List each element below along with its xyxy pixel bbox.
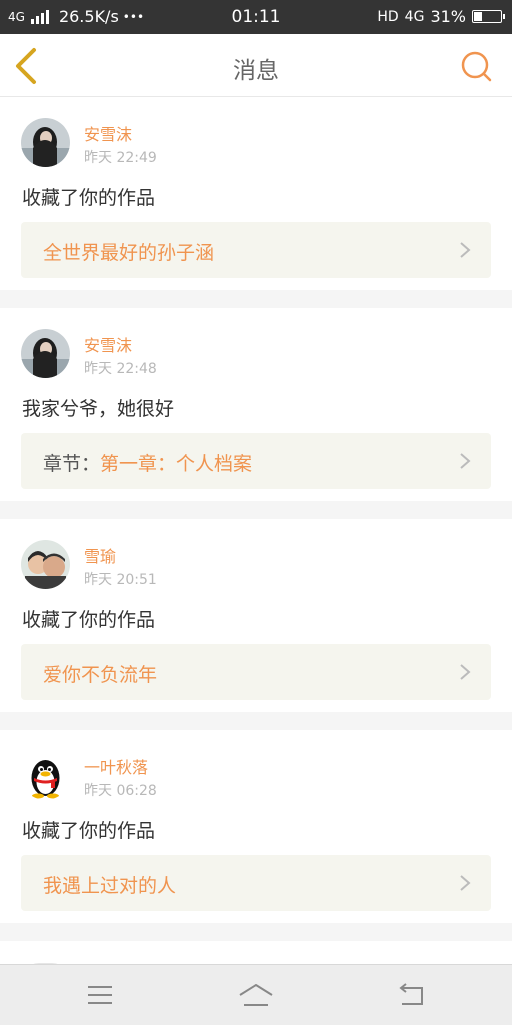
page-title: 消息 [233,58,279,84]
chevron-right-icon [460,453,471,469]
system-nav-bar [0,964,512,1025]
message-time: 昨天 06:28 [84,783,157,799]
chapter-link-text: 章节：第一章：个人档案 [43,449,252,476]
hd-label: HD [377,8,399,25]
work-title: 爱你不负流年 [43,664,158,686]
work-title: 全世界最好的孙子涵 [43,242,215,264]
chapter-title: 第一章：个人档案 [100,453,253,475]
message-time: 昨天 22:48 [84,361,157,377]
chevron-right-icon [460,242,471,258]
avatar[interactable] [21,751,70,800]
message-text: 收藏了你的作品 [22,609,156,631]
work-link-text: 全世界最好的孙子涵 [43,238,214,265]
message-card[interactable]: 雪瑜 昨天 20:51 收藏了你的作品 爱你不负流年 [0,519,512,712]
search-icon [461,51,492,82]
message-text: 我家兮爷，她很好 [22,398,175,420]
back-icon [399,983,423,1005]
avatar[interactable] [21,118,70,167]
header: 消息 [0,34,512,97]
user-name[interactable]: 安雪沫 [84,121,132,145]
avatar[interactable] [21,329,70,378]
message-text: 收藏了你的作品 [22,820,156,842]
message-time: 昨天 22:49 [84,150,157,166]
home-icon [239,984,273,1006]
status-bar: 4G 26.5K/s ••• 01:11 HD 4G 31% [0,0,512,34]
status-right: HD 4G 31% [377,7,505,26]
message-text: 收藏了你的作品 [22,187,156,209]
message-time: 昨天 20:51 [84,572,157,588]
work-link[interactable]: 全世界最好的孙子涵 [21,222,491,278]
menu-button[interactable] [80,979,120,1011]
user-name[interactable]: 一叶秋落 [84,754,148,778]
message-list: 安雪沫 昨天 22:49 收藏了你的作品 全世界最好的孙子涵 安雪沫 昨天 22… [0,97,512,981]
network-label-right: 4G [404,8,425,25]
work-link[interactable]: 爱你不负流年 [21,644,491,700]
battery-percent: 31% [430,7,466,26]
battery-icon [472,10,505,23]
menu-icon [88,986,112,1004]
battery-fill [474,12,482,21]
user-name[interactable]: 安雪沫 [84,332,132,356]
work-link-text: 我遇上过对的人 [43,871,176,898]
work-title: 我遇上过对的人 [43,875,177,897]
work-link[interactable]: 我遇上过对的人 [21,855,491,911]
message-card[interactable]: 安雪沫 昨天 22:48 我家兮爷，她很好 章节：第一章：个人档案 [0,308,512,501]
chevron-right-icon [460,875,471,891]
chevron-right-icon [460,664,471,680]
chapter-link[interactable]: 章节：第一章：个人档案 [21,433,491,489]
penguin-icon [21,751,70,800]
search-button[interactable] [460,50,492,82]
chapter-prefix: 章节： [43,453,101,475]
work-link-text: 爱你不负流年 [43,660,157,687]
message-card[interactable]: 安雪沫 昨天 22:49 收藏了你的作品 全世界最好的孙子涵 [0,97,512,290]
avatar[interactable] [21,540,70,589]
home-button[interactable] [236,979,276,1011]
back-nav-button[interactable] [392,979,432,1011]
user-name[interactable]: 雪瑜 [84,543,116,567]
message-card[interactable]: 一叶秋落 昨天 06:28 收藏了你的作品 我遇上过对的人 [0,730,512,923]
